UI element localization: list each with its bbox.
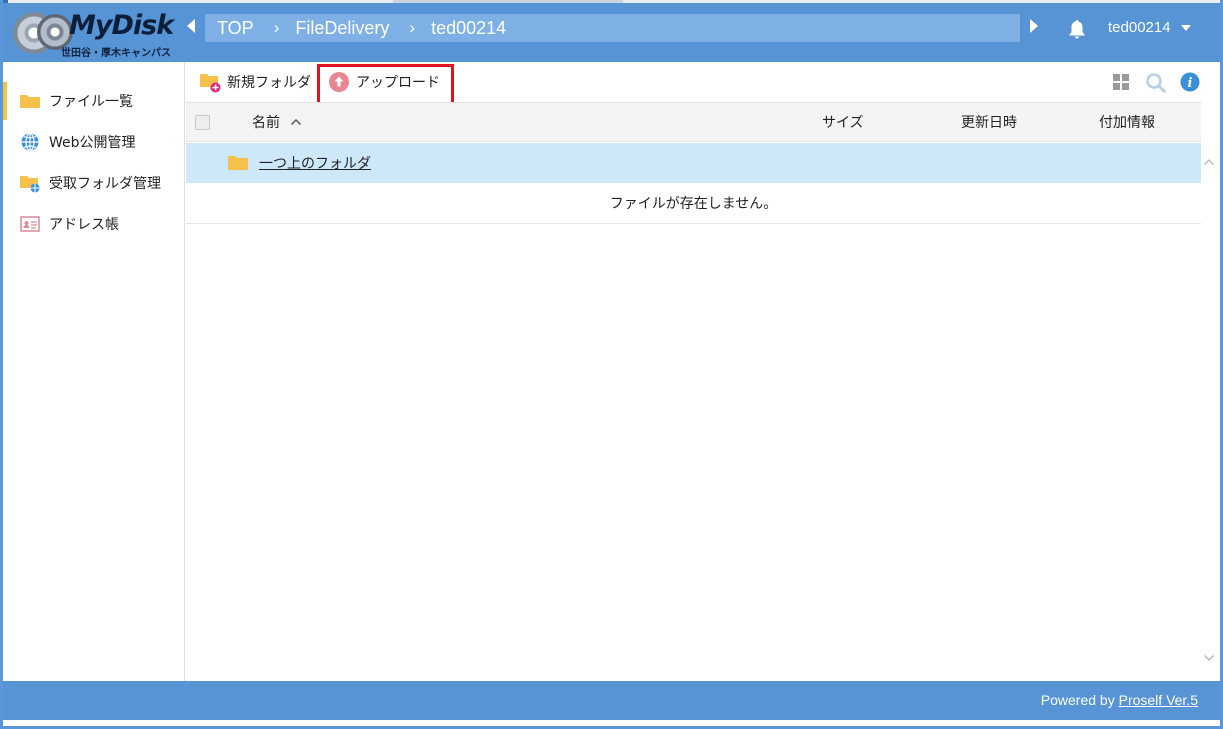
globe-icon [19,132,41,152]
folder-icon [19,91,41,111]
new-folder-icon [199,71,221,93]
column-info[interactable]: 付加情報 [1099,103,1155,141]
address-card-icon [19,214,41,234]
sidebar-item-web-publish[interactable]: Web公開管理 [3,123,184,161]
column-size[interactable]: サイズ [822,103,864,141]
table-row-parent-folder[interactable]: 一つ上のフォルダ [186,143,1201,183]
breadcrumb: TOP › FileDelivery › ted00214 [205,14,1020,42]
logo-subtitle: 世田谷・厚木キャンパス [61,48,171,59]
sidebar-item-label: Web公開管理 [49,135,136,151]
svg-text:i: i [1188,76,1193,91]
folder-icon [227,153,249,173]
search-icon[interactable] [1145,72,1166,93]
sidebar-item-label: ファイル一覧 [49,94,133,110]
user-name: ted00214 [1108,19,1171,36]
column-name-label: 名前 [252,115,280,131]
chevron-right-icon: › [409,18,416,37]
caret-down-icon [1180,24,1191,31]
sidebar-item-file-list[interactable]: ファイル一覧 [3,82,184,120]
column-info-label: 付加情報 [1099,115,1155,131]
column-size-label: サイズ [822,115,864,131]
nav-back-icon[interactable] [187,19,195,33]
breadcrumb-item-filedelivery[interactable]: FileDelivery [295,18,389,39]
breadcrumb-item-user[interactable]: ted00214 [431,18,506,39]
info-icon[interactable]: i [1180,72,1200,92]
breadcrumb-item-top[interactable]: TOP [217,18,254,39]
mydisk-logo[interactable]: MyDisk 世田谷・厚木キャンパス [11,8,176,59]
new-folder-label: 新規フォルダ [227,75,311,91]
sidebar-item-address-book[interactable]: アドレス帳 [3,205,184,243]
sidebar-item-label: アドレス帳 [49,217,119,233]
proself-link[interactable]: Proself Ver.5 [1119,692,1198,708]
nav-forward-icon[interactable] [1030,19,1038,33]
parent-folder-link[interactable]: 一つ上のフォルダ [259,153,371,173]
powered-by: Powered by Proself Ver.5 [1041,692,1198,708]
chevron-right-icon: › [273,18,280,37]
column-modified-label: 更新日時 [961,115,1017,131]
upload-highlight-box [317,64,454,106]
sidebar: ファイル一覧 Web公開管理 受取フォルダ管理 アドレス帳 [3,62,185,681]
user-menu[interactable]: ted00214 [1108,19,1191,36]
sort-ascending-icon [290,116,302,128]
app-footer: Powered by Proself Ver.5 [3,681,1220,720]
scroll-up-icon[interactable] [1203,156,1215,168]
column-name[interactable]: 名前 [252,103,302,141]
logo-brand: MyDisk [69,10,174,41]
grid-view-icon[interactable] [1111,72,1131,92]
sidebar-item-label: 受取フォルダ管理 [49,176,161,192]
folder-globe-icon [19,173,41,193]
select-all-checkbox[interactable] [195,103,210,141]
bell-icon[interactable] [1068,19,1086,39]
scroll-down-icon[interactable] [1203,652,1215,664]
table-header: 名前 サイズ 更新日時 付加情報 [186,102,1201,142]
new-folder-button[interactable]: 新規フォルダ [199,62,311,102]
column-modified[interactable]: 更新日時 [961,103,1017,141]
sidebar-item-receive-folder[interactable]: 受取フォルダ管理 [3,164,184,202]
empty-message: ファイルが存在しません。 [186,183,1201,224]
powered-by-text: Powered by [1040,692,1119,708]
